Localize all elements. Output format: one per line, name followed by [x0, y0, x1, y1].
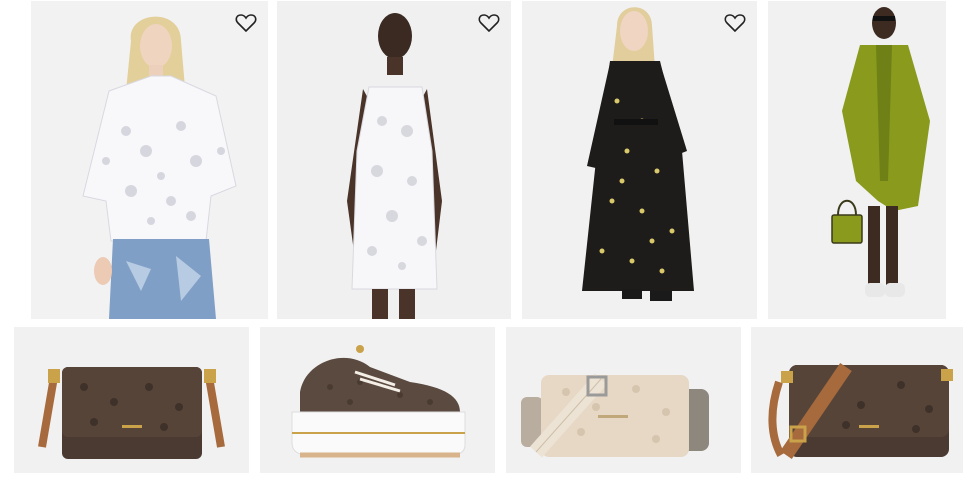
wishlist-heart-icon[interactable]	[234, 11, 258, 35]
jacquard-bag-image[interactable]	[506, 327, 741, 473]
olive-coat-model-image[interactable]	[768, 1, 946, 319]
platform-sneaker-image[interactable]	[260, 327, 495, 473]
product-tile-logo-shoulder-bag[interactable]	[751, 327, 963, 473]
floral-dress-model-image[interactable]	[522, 1, 757, 319]
product-tile-lace-mini-dress[interactable]	[277, 1, 511, 319]
lace-dress-model-image[interactable]	[277, 1, 511, 319]
wishlist-heart-icon[interactable]	[477, 11, 501, 35]
wishlist-heart-icon[interactable]	[723, 11, 747, 35]
crossbody-bag-image[interactable]	[14, 327, 249, 473]
product-tile-logo-platform-sneaker[interactable]	[260, 327, 495, 473]
lace-shirt-model-image[interactable]	[31, 1, 268, 319]
shoulder-bag-image[interactable]	[751, 327, 963, 473]
product-tile-olive-bomber-coat[interactable]	[768, 1, 946, 319]
product-tile-logo-crossbody-bag[interactable]	[14, 327, 249, 473]
product-tile-jacquard-logo-bag[interactable]	[506, 327, 741, 473]
product-tile-lace-shirt[interactable]	[31, 1, 268, 319]
product-tile-floral-maxi-dress[interactable]	[522, 1, 757, 319]
